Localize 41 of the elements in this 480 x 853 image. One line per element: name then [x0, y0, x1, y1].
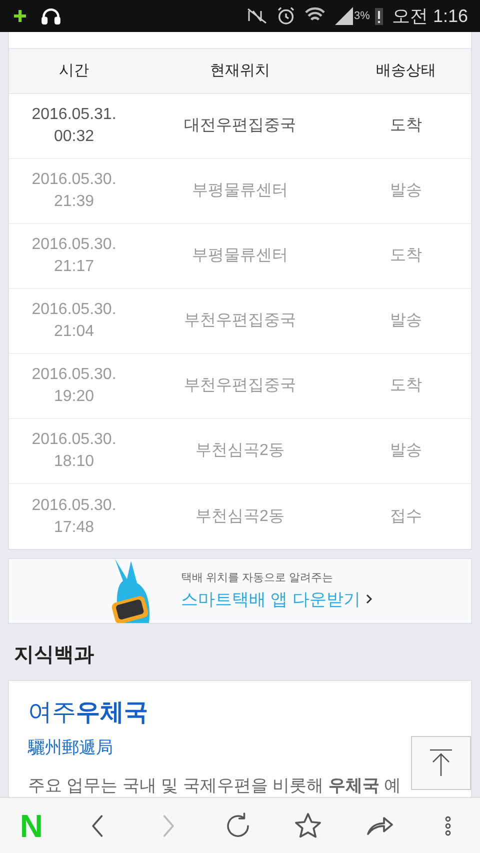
- column-header: 시간: [58, 60, 90, 81]
- table-cell-text: 발송: [389, 181, 423, 201]
- table-cell-text: 부천심곡2동: [194, 506, 286, 526]
- battery-percent: 3%: [354, 8, 370, 24]
- banner-caption: 택배 위치를 자동으로 알려주는: [181, 571, 334, 586]
- table-cell-text: 부평물류센터: [191, 181, 289, 201]
- entry-subtitle: 驪州郵遞局: [28, 737, 114, 759]
- section-heading: 지식백과: [13, 643, 95, 668]
- table-cell-text: 부천우편집중국: [183, 376, 297, 396]
- table-cell-text: 도착: [389, 116, 423, 136]
- app-banner[interactable]: 택배 위치를 자동으로 알려주는 스마트택배 앱 다운받기: [8, 558, 472, 624]
- mute-icon: [246, 7, 268, 25]
- battery-icon: [374, 6, 384, 26]
- clock: 오전 1:16: [392, 4, 468, 28]
- column-header: 현재위치: [209, 60, 271, 81]
- signal-icon: [334, 7, 354, 25]
- plus-icon: [12, 8, 28, 24]
- table-cell-text: 발송: [389, 441, 423, 461]
- arrow-up-icon: [429, 748, 453, 778]
- table-cell-text: 2016.05.30. 18:10: [30, 430, 118, 472]
- entry-text: 주요 업무는 국내 및 국제우편을 비롯해 우체국 예: [28, 774, 402, 796]
- table-cell-text: 2016.05.30. 21:39: [30, 170, 118, 212]
- table-cell-text: 도착: [389, 246, 423, 266]
- table-cell-text: 부평물류센터: [191, 246, 289, 266]
- table-cell-text: 발송: [389, 311, 423, 331]
- scroll-top-button[interactable]: [411, 736, 471, 790]
- table-cell-text: 2016.05.31. 00:32: [30, 105, 118, 147]
- table-cell-text: 대전우편집중국: [183, 116, 297, 136]
- table-cell-text: 도착: [389, 376, 423, 396]
- table-cell-text: 2016.05.30. 21:04: [30, 300, 118, 342]
- table-cell-text: 접수: [389, 506, 423, 526]
- table-cell-text: 2016.05.30. 19:20: [30, 365, 118, 407]
- table-cell-text: 부천심곡2동: [194, 441, 286, 461]
- mascot-drawing: [111, 559, 151, 623]
- entry-title[interactable]: 여주우체국: [28, 695, 452, 731]
- table-cell-text: 부천우편집중국: [183, 311, 297, 331]
- table-cell-text: 2016.05.30. 17:48: [30, 496, 118, 538]
- alarm-icon: [276, 6, 296, 26]
- column-header: 배송상태: [375, 60, 437, 81]
- table-cell-text: 2016.05.30. 21:17: [30, 235, 118, 277]
- chevron-right-icon: [364, 593, 374, 606]
